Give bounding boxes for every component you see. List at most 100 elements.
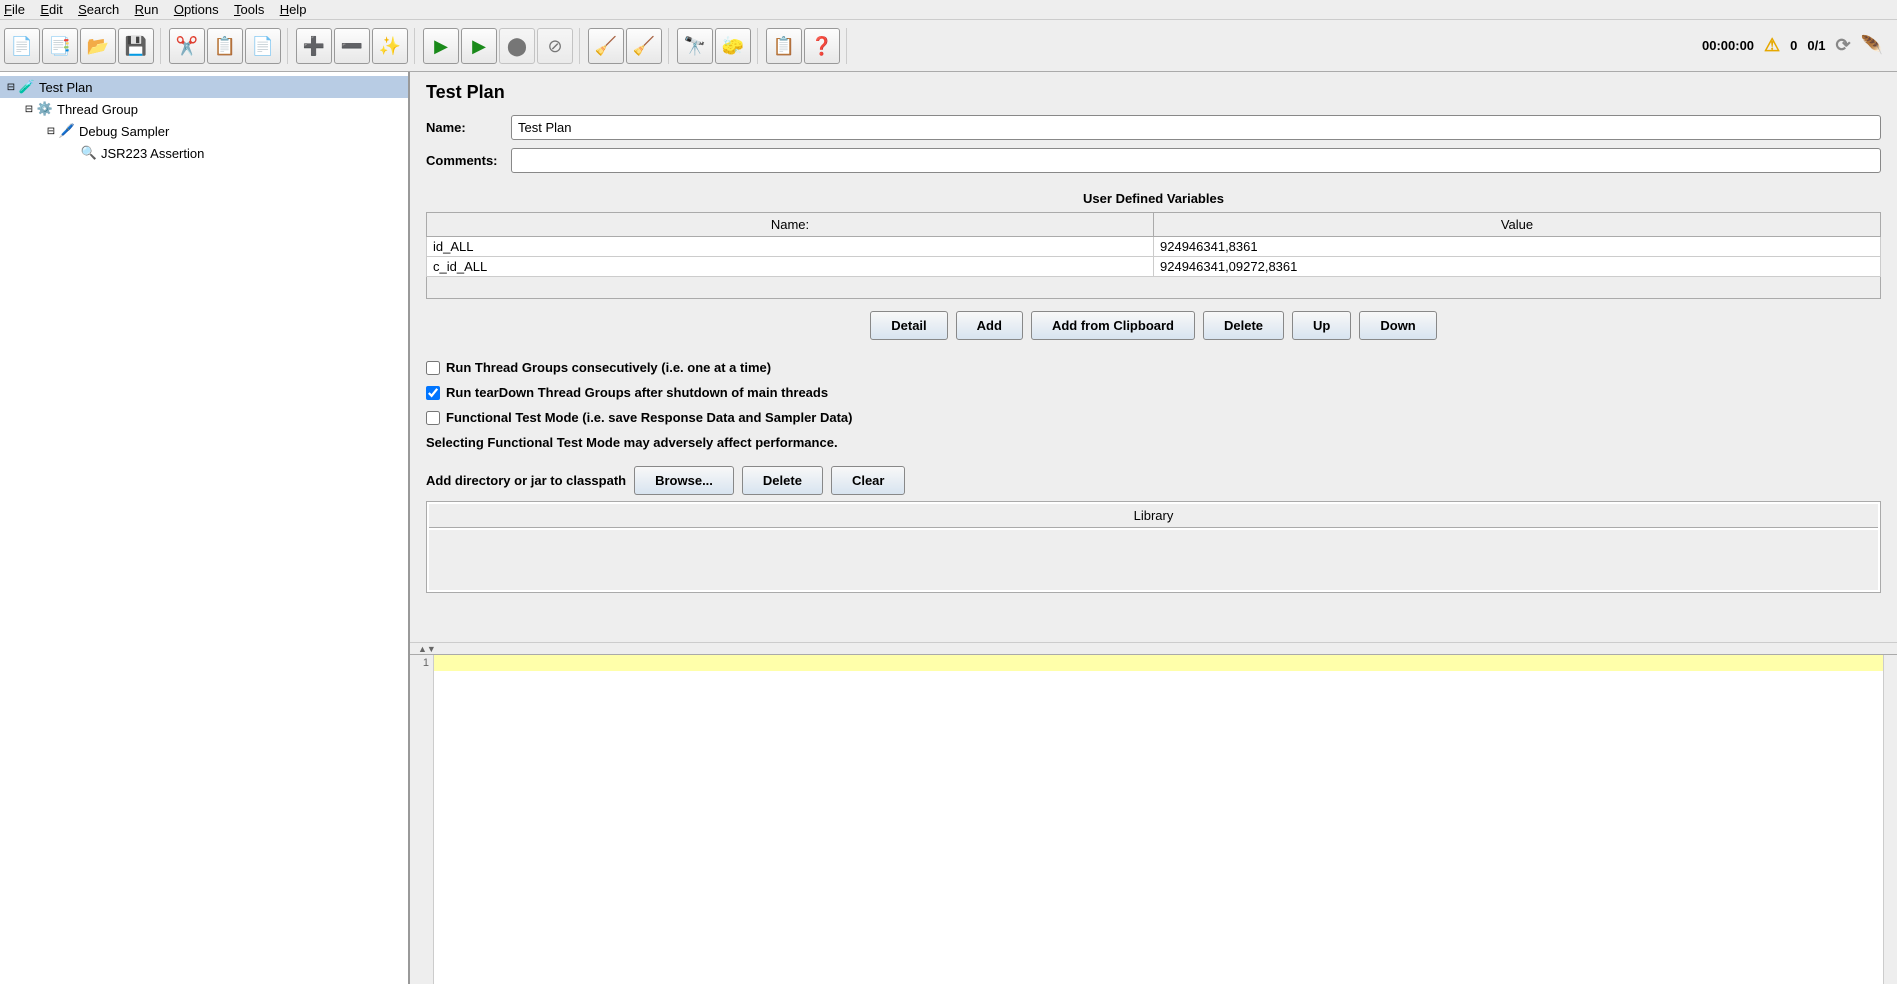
open-button[interactable]: 📂 bbox=[80, 28, 116, 64]
thread-count: 0/1 bbox=[1807, 38, 1825, 53]
menu-run[interactable]: Run bbox=[135, 2, 159, 17]
shutdown-button[interactable]: ⊘ bbox=[537, 28, 573, 64]
delete-button[interactable]: Delete bbox=[1203, 311, 1284, 340]
paste-button[interactable]: 📄 bbox=[245, 28, 281, 64]
toggle-button[interactable]: ✨ bbox=[372, 28, 408, 64]
up-button[interactable]: Up bbox=[1292, 311, 1351, 340]
tree-node-threadgroup[interactable]: ⊟ ⚙️ Thread Group bbox=[0, 98, 408, 120]
list-icon: 📋 bbox=[773, 37, 795, 55]
play-icon: ▶ bbox=[434, 37, 448, 55]
tree-label: Debug Sampler bbox=[79, 124, 169, 139]
editor-scrollbar[interactable] bbox=[1883, 655, 1897, 984]
comments-input[interactable] bbox=[511, 148, 1881, 173]
assertion-icon: 🔍 bbox=[80, 144, 98, 162]
testplan-icon: 🧪 bbox=[18, 78, 36, 96]
delete-classpath-button[interactable]: Delete bbox=[742, 466, 823, 495]
scissors-icon: ✂️ bbox=[176, 37, 198, 55]
search-button[interactable]: 🔭 bbox=[677, 28, 713, 64]
copy-icon: 📋 bbox=[214, 37, 236, 55]
wand-icon: ✨ bbox=[379, 37, 401, 55]
table-empty-area[interactable] bbox=[426, 277, 1881, 299]
col-value: Value bbox=[1154, 213, 1881, 237]
warning-icon[interactable]: ⚠ bbox=[1764, 35, 1780, 56]
tree-label: JSR223 Assertion bbox=[101, 146, 204, 161]
threadgroup-icon: ⚙️ bbox=[36, 100, 54, 118]
name-input[interactable] bbox=[511, 115, 1881, 140]
cell-name[interactable]: c_id_ALL bbox=[427, 257, 1154, 277]
table-row[interactable]: c_id_ALL 924946341,09272,8361 bbox=[427, 257, 1881, 277]
menu-help[interactable]: Help bbox=[280, 2, 307, 17]
clear-search-icon: 🧽 bbox=[722, 37, 744, 55]
save-icon: 💾 bbox=[125, 37, 147, 55]
start-button[interactable]: ▶ bbox=[423, 28, 459, 64]
table-row[interactable]: id_ALL 924946341,8361 bbox=[427, 237, 1881, 257]
add-clipboard-button[interactable]: Add from Clipboard bbox=[1031, 311, 1195, 340]
detail-button[interactable]: Detail bbox=[870, 311, 947, 340]
comments-label: Comments: bbox=[426, 153, 511, 168]
tree-panel[interactable]: ⊟ 🧪 Test Plan ⊟ ⚙️ Thread Group ⊟ 🖊️ Deb… bbox=[0, 72, 410, 984]
menu-file[interactable]: File bbox=[4, 2, 25, 17]
classpath-label: Add directory or jar to classpath bbox=[426, 473, 626, 488]
reset-search-button[interactable]: 🧽 bbox=[715, 28, 751, 64]
tree-toggle-icon[interactable]: ⊟ bbox=[22, 104, 36, 115]
help-button[interactable]: ❓ bbox=[804, 28, 840, 64]
menu-search[interactable]: Search bbox=[78, 2, 119, 17]
library-table[interactable]: Library bbox=[426, 501, 1881, 593]
save-button[interactable]: 💾 bbox=[118, 28, 154, 64]
tree-node-testplan[interactable]: ⊟ 🧪 Test Plan bbox=[0, 76, 408, 98]
tree-node-debugsampler[interactable]: ⊟ 🖊️ Debug Sampler bbox=[0, 120, 408, 142]
play-plus-icon: ▶ bbox=[472, 37, 486, 55]
library-empty[interactable] bbox=[429, 530, 1878, 590]
file-icon: 📄 bbox=[11, 37, 33, 55]
cell-value[interactable]: 924946341,09272,8361 bbox=[1154, 257, 1881, 277]
name-label: Name: bbox=[426, 120, 511, 135]
templates-button[interactable]: 📑 bbox=[42, 28, 78, 64]
browse-button[interactable]: Browse... bbox=[634, 466, 734, 495]
paste-icon: 📄 bbox=[252, 37, 274, 55]
clear-classpath-button[interactable]: Clear bbox=[831, 466, 906, 495]
clear-button[interactable]: 🧹 bbox=[588, 28, 624, 64]
tree-toggle-icon[interactable]: ⊟ bbox=[44, 126, 58, 137]
functional-label: Functional Test Mode (i.e. save Response… bbox=[446, 410, 852, 425]
add-button[interactable]: Add bbox=[956, 311, 1023, 340]
panel-title: Test Plan bbox=[426, 82, 1881, 103]
copy-button[interactable]: 📋 bbox=[207, 28, 243, 64]
line-number: 1 bbox=[414, 657, 429, 669]
stop-icon: ⬤ bbox=[507, 37, 527, 55]
shutdown-icon: ⊘ bbox=[547, 37, 562, 55]
expand-tree-icon[interactable]: 🪶 bbox=[1861, 35, 1883, 56]
tree-label: Test Plan bbox=[39, 80, 92, 95]
tree-node-jsr223[interactable]: ⊟ 🔍 JSR223 Assertion bbox=[0, 142, 408, 164]
menu-tools[interactable]: Tools bbox=[234, 2, 264, 17]
expand-button[interactable]: ➕ bbox=[296, 28, 332, 64]
collapse-button[interactable]: ➖ bbox=[334, 28, 370, 64]
threads-icon[interactable]: ⟳ bbox=[1835, 35, 1850, 56]
consecutive-checkbox[interactable] bbox=[426, 361, 440, 375]
consecutive-label: Run Thread Groups consecutively (i.e. on… bbox=[446, 360, 771, 375]
stop-button[interactable]: ⬤ bbox=[499, 28, 535, 64]
col-name: Name: bbox=[427, 213, 1154, 237]
start-no-pause-button[interactable]: ▶ bbox=[461, 28, 497, 64]
down-button[interactable]: Down bbox=[1359, 311, 1436, 340]
binoculars-icon: 🔭 bbox=[684, 37, 706, 55]
tree-toggle-icon[interactable]: ⊟ bbox=[4, 82, 18, 93]
editor-current-line bbox=[434, 655, 1883, 671]
cut-button[interactable]: ✂️ bbox=[169, 28, 205, 64]
menu-edit[interactable]: Edit bbox=[40, 2, 62, 17]
teardown-checkbox[interactable] bbox=[426, 386, 440, 400]
broom2-icon: 🧹 bbox=[633, 37, 655, 55]
broom-icon: 🧹 bbox=[595, 37, 617, 55]
folder-open-icon: 📂 bbox=[87, 37, 109, 55]
clear-all-button[interactable]: 🧹 bbox=[626, 28, 662, 64]
functional-note: Selecting Functional Test Mode may adver… bbox=[426, 435, 1881, 450]
splitter-handle[interactable]: ▲▼ bbox=[410, 642, 1897, 654]
udv-table[interactable]: Name: Value id_ALL 924946341,8361 c_id_A… bbox=[426, 212, 1881, 277]
cell-value[interactable]: 924946341,8361 bbox=[1154, 237, 1881, 257]
editor-body[interactable] bbox=[434, 655, 1883, 984]
content-panel: Test Plan Name: Comments: User Defined V… bbox=[410, 72, 1897, 642]
menu-options[interactable]: Options bbox=[174, 2, 219, 17]
new-button[interactable]: 📄 bbox=[4, 28, 40, 64]
cell-name[interactable]: id_ALL bbox=[427, 237, 1154, 257]
functional-checkbox[interactable] bbox=[426, 411, 440, 425]
function-helper-button[interactable]: 📋 bbox=[766, 28, 802, 64]
